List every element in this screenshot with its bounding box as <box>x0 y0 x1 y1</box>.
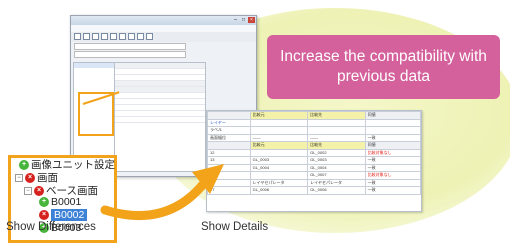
table-header-cell <box>207 111 251 120</box>
table-row[interactable]: GL_0004 GL_0004 一致 <box>207 163 422 172</box>
table-cell: 一致 <box>364 133 422 142</box>
collapse-icon[interactable]: − <box>24 186 32 195</box>
table-cell: 画面幅位 <box>207 133 251 142</box>
toolbar <box>71 32 256 42</box>
table-cell <box>307 118 366 127</box>
red-x-icon: × <box>25 172 35 183</box>
table-header-cell: 比較先 <box>307 141 366 150</box>
toolbar-button[interactable] <box>146 33 153 40</box>
green-plus-icon: + <box>39 197 49 207</box>
table-cell: レイヤセパレータ <box>249 178 309 187</box>
toolbar-button[interactable] <box>110 33 117 40</box>
table-cell: GL_0003 <box>249 156 309 165</box>
table-header-cell: 比較先 <box>307 111 366 120</box>
property-row <box>115 117 205 123</box>
table-cell: 比較対象なし <box>364 171 422 180</box>
red-x-icon: × <box>34 185 44 196</box>
red-x-icon: × <box>39 210 49 220</box>
caption-show-differences: Show Differences <box>6 221 96 233</box>
table-cell: ラベル <box>207 126 251 135</box>
table-cell <box>364 118 422 127</box>
toolbar-button[interactable] <box>101 33 108 40</box>
table-cell: GL_0006 <box>249 186 309 195</box>
table-cell: レイヤセパレータ <box>307 178 366 187</box>
toolbar-button[interactable] <box>119 33 126 40</box>
source-file-field[interactable] <box>71 42 256 50</box>
table-cell: GL_0004 <box>307 163 366 172</box>
table-cell: GL_0003 <box>307 156 366 165</box>
table-cell: —— <box>249 133 309 142</box>
table-cell: 一致 <box>364 178 422 187</box>
toolbar-button[interactable] <box>137 33 144 40</box>
table-row[interactable]: 17 GL_0006 GL_0006 一致 <box>207 186 422 195</box>
toolbar-button[interactable] <box>92 33 99 40</box>
collapse-icon[interactable]: − <box>15 173 23 182</box>
table-cell: —— <box>307 133 366 142</box>
close-button[interactable]: × <box>248 17 255 23</box>
table-row[interactable]: 12 GL_0002 比較対象なし <box>207 148 422 157</box>
green-plus-icon: + <box>19 159 29 170</box>
table-header-cell <box>207 141 251 150</box>
table-row[interactable]: レイヤー <box>207 118 422 127</box>
table-cell <box>249 171 309 180</box>
table-cell: 一致 <box>364 156 422 165</box>
table-cell: GL_0002 <box>307 148 366 157</box>
toolbar-button[interactable] <box>128 33 135 40</box>
table-row[interactable]: 13 GL_0003 GL_0003 一致 <box>207 156 422 165</box>
table-row[interactable]: 画面幅位 —— —— 一致 <box>207 133 422 142</box>
table-cell <box>249 148 309 157</box>
arrow-icon <box>100 164 224 220</box>
table-cell: 一致 <box>364 163 422 172</box>
detail-table: 比較元 比較先 同値 レイヤー ラベル 画面幅位 —— —— 一致 比較元 比較… <box>207 111 422 195</box>
table-cell: 一致 <box>364 186 422 195</box>
table-cell: GL_0004 <box>249 163 309 172</box>
maximize-button[interactable]: □ <box>240 17 247 23</box>
table-cell: 比較対象なし <box>364 148 422 157</box>
table-header-cell: 同値 <box>364 141 422 150</box>
table-cell: GL_0007 <box>307 171 366 180</box>
table-header-cell: 比較元 <box>249 111 309 120</box>
table-header-cell: 同値 <box>364 111 422 120</box>
table-row[interactable]: ラベル <box>207 126 422 135</box>
table-row[interactable]: レイヤセパレータ レイヤセパレータ 一致 <box>207 178 422 187</box>
table-row[interactable]: GL_0007 比較対象なし <box>207 171 422 180</box>
toolbar-button[interactable] <box>83 33 90 40</box>
table-cell: GL_0006 <box>307 186 366 195</box>
window-titlebar <box>71 16 256 25</box>
minimize-button[interactable]: – <box>232 17 239 23</box>
table-header-cell: 比較元 <box>249 141 309 150</box>
table-cell: レイヤー <box>207 118 251 127</box>
table-cell <box>307 126 366 135</box>
menu-bar[interactable] <box>71 25 256 32</box>
table-cell <box>249 126 309 135</box>
table-cell <box>364 126 422 135</box>
caption-show-details: Show Details <box>201 221 269 233</box>
target-file-field[interactable] <box>71 50 256 58</box>
banner-text: Increase the compatibility with previous… <box>280 48 487 85</box>
feature-banner: Increase the compatibility with previous… <box>267 35 500 99</box>
table-cell <box>249 118 309 127</box>
toolbar-button[interactable] <box>74 33 81 40</box>
detail-table-panel: 比較元 比較先 同値 レイヤー ラベル 画面幅位 —— —— 一致 比較元 比較… <box>206 110 422 212</box>
